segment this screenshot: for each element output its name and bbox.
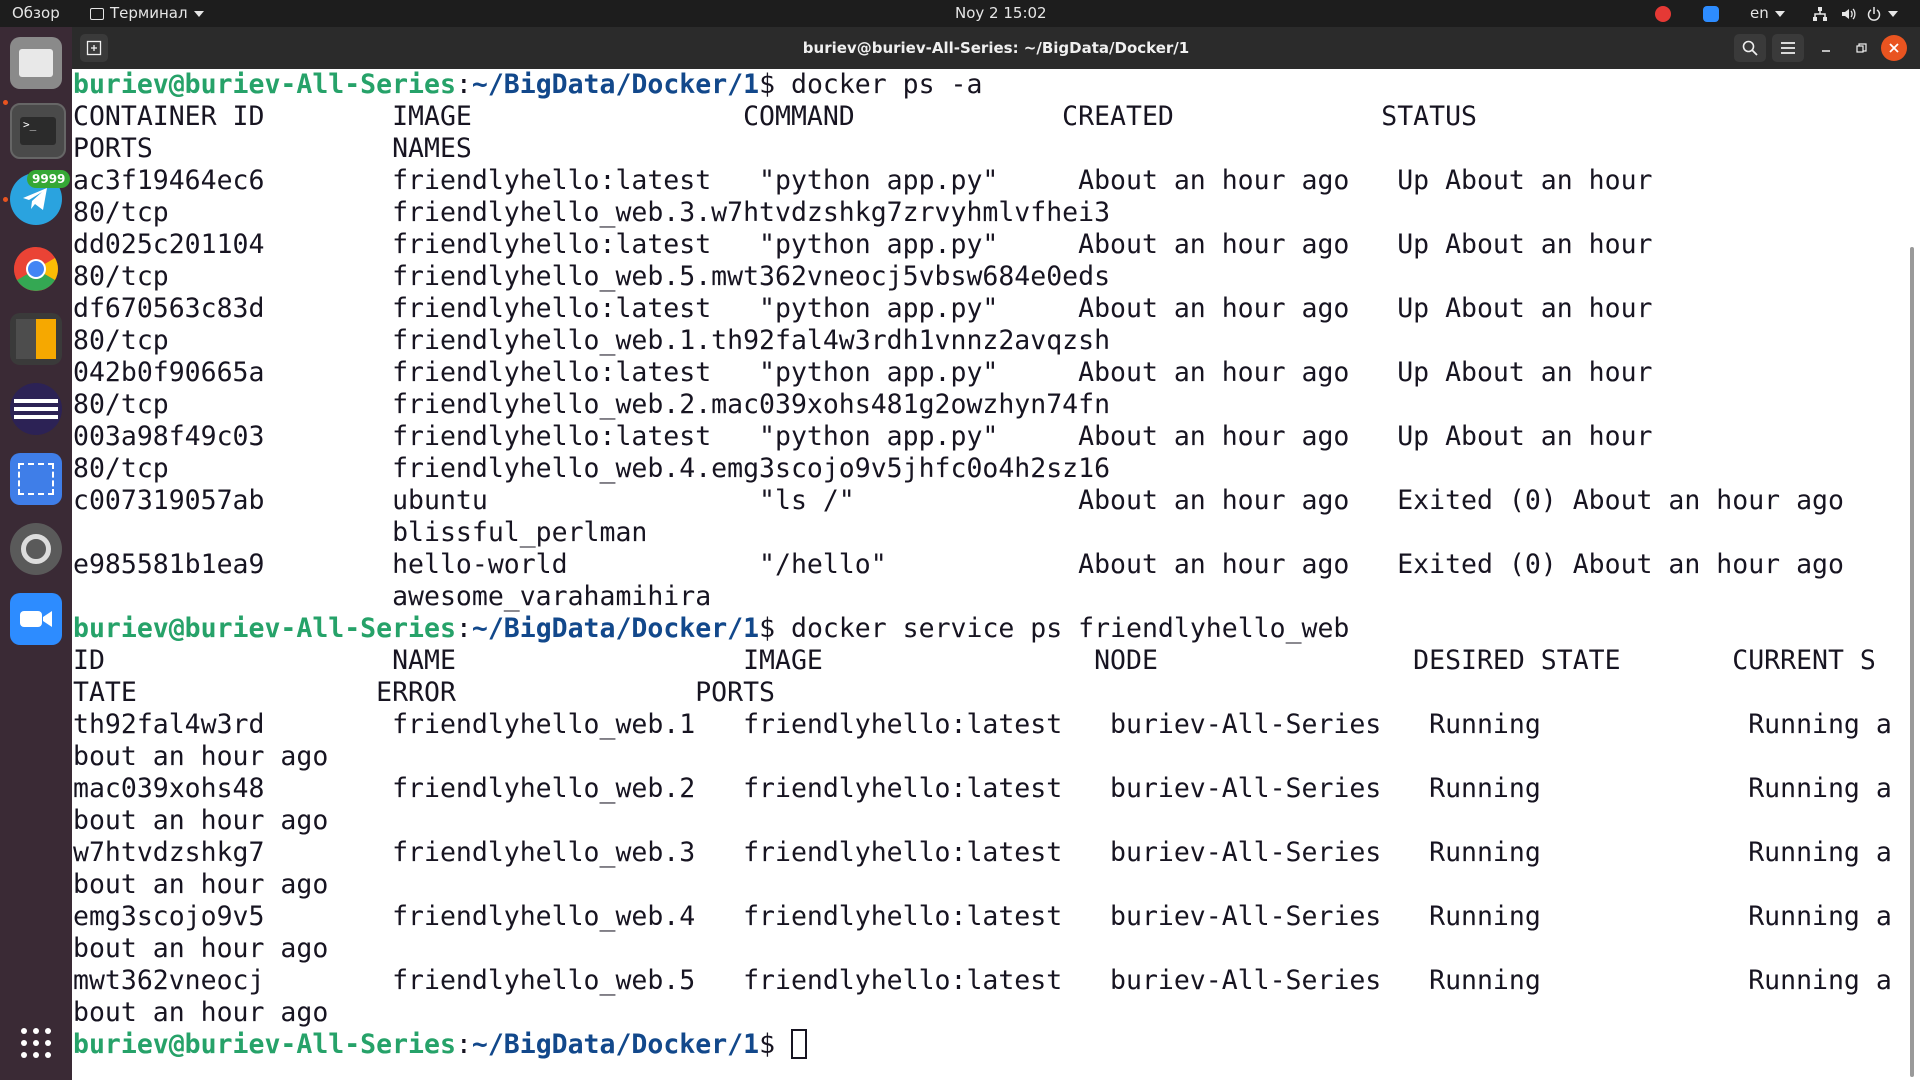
- output-line: 80/tcp friendlyhello_web.2.mac039xohs481…: [73, 389, 1111, 420]
- prompt-path: ~/BigData/Docker/1: [471, 613, 760, 644]
- output-line: CONTAINER ID IMAGE COMMAND CREATED STATU…: [73, 101, 1477, 132]
- output-line: c007319057ab ubuntu "ls /" About an hour…: [73, 485, 1844, 516]
- terminal-icon[interactable]: >_: [10, 103, 66, 159]
- calculator-icon[interactable]: [10, 313, 62, 365]
- eclipse-icon[interactable]: [10, 383, 62, 435]
- output-line: bout an hour ago: [73, 933, 329, 964]
- minimize-icon: [1822, 50, 1830, 52]
- prompt-symbol: $: [759, 1029, 776, 1060]
- terminal-window: buriev@buriev-All-Series: ~/BigData/Dock…: [72, 27, 1920, 1080]
- files-icon[interactable]: [10, 37, 62, 89]
- prompt-path: ~/BigData/Docker/1: [471, 69, 760, 100]
- output-line: 003a98f49c03 friendlyhello:latest "pytho…: [73, 421, 1653, 452]
- output-line: 80/tcp friendlyhello_web.3.w7htvdzshkg7z…: [73, 197, 1111, 228]
- output-line: e985581b1ea9 hello-world "/hello" About …: [73, 549, 1844, 580]
- close-button[interactable]: [1881, 35, 1907, 61]
- prompt-line: buriev@buriev-All-Series:~/BigData/Docke…: [73, 1029, 807, 1060]
- running-indicator: [3, 197, 8, 202]
- chevron-down-icon: [1888, 10, 1898, 17]
- output-line: th92fal4w3rd friendlyhello_web.1 friendl…: [73, 709, 1892, 740]
- language-indicator[interactable]: en: [1750, 0, 1785, 27]
- title-bar[interactable]: buriev@buriev-All-Series: ~/BigData/Dock…: [72, 27, 1920, 69]
- volume-icon[interactable]: [1840, 0, 1856, 27]
- prompt-path: ~/BigData/Docker/1: [471, 1029, 760, 1060]
- prompt-user: buriev@buriev-All-Series: [73, 69, 456, 100]
- settings-icon[interactable]: [10, 523, 62, 575]
- language-label: en: [1750, 4, 1769, 22]
- prompt-symbol: $: [759, 69, 776, 100]
- prompt-line: buriev@buriev-All-Series:~/BigData/Docke…: [73, 613, 1350, 644]
- hamburger-icon: [1781, 42, 1795, 54]
- show-applications-icon[interactable]: [10, 1017, 62, 1069]
- minimize-button[interactable]: [1812, 34, 1840, 62]
- close-icon: [1889, 43, 1899, 53]
- hamburger-menu-button[interactable]: [1772, 34, 1804, 62]
- output-line: TATE ERROR PORTS: [73, 677, 775, 708]
- tray-app-icon-red[interactable]: [1655, 0, 1671, 27]
- maximize-button[interactable]: [1848, 34, 1876, 62]
- terminal-output[interactable]: buriev@buriev-All-Series:~/BigData/Docke…: [72, 69, 1920, 1080]
- output-line: 80/tcp friendlyhello_web.4.emg3scojo9v5j…: [73, 453, 1111, 484]
- output-line: mwt362vneocj friendlyhello_web.5 friendl…: [73, 965, 1892, 996]
- search-icon: [1742, 40, 1758, 56]
- output-line: ac3f19464ec6 friendlyhello:latest "pytho…: [73, 165, 1653, 196]
- output-line: 80/tcp friendlyhello_web.1.th92fal4w3rdh…: [73, 325, 1111, 356]
- terminal-small-icon: [90, 7, 104, 20]
- search-button[interactable]: [1734, 34, 1766, 62]
- output-line: bout an hour ago: [73, 869, 329, 900]
- prompt-symbol: $: [759, 613, 776, 644]
- prompt-user: buriev@buriev-All-Series: [73, 613, 456, 644]
- zoom-icon[interactable]: [10, 593, 62, 645]
- output-line: mac039xohs48 friendlyhello_web.2 friendl…: [73, 773, 1892, 804]
- power-menu[interactable]: [1866, 0, 1898, 27]
- output-line: ID NAME IMAGE NODE DESIRED STATE CURRENT…: [73, 645, 1876, 676]
- telegram-badge: 9999: [27, 170, 71, 188]
- output-line: bout an hour ago: [73, 741, 329, 772]
- prompt-user: buriev@buriev-All-Series: [73, 1029, 456, 1060]
- output-line: bout an hour ago: [73, 805, 329, 836]
- text-cursor[interactable]: [791, 1029, 807, 1059]
- dock: >_ 9999: [0, 27, 72, 1080]
- restore-icon: [1856, 43, 1867, 53]
- output-line: bout an hour ago: [73, 997, 329, 1028]
- app-menu-button[interactable]: Терминал: [90, 0, 204, 27]
- output-line: df670563c83d friendlyhello:latest "pytho…: [73, 293, 1653, 324]
- clock[interactable]: Noy 2 15:02: [955, 0, 1047, 27]
- app-menu-label: Терминал: [110, 4, 188, 22]
- power-icon: [1867, 6, 1881, 21]
- scrollbar[interactable]: [1910, 247, 1914, 1077]
- output-line: 042b0f90665a friendlyhello:latest "pytho…: [73, 357, 1653, 388]
- chevron-down-icon: [1774, 10, 1785, 17]
- activities-button[interactable]: Обзор: [12, 0, 60, 27]
- command-text: docker service ps friendlyhello_web: [775, 613, 1350, 644]
- command-text: docker ps -a: [775, 69, 983, 100]
- prompt-line: buriev@buriev-All-Series:~/BigData/Docke…: [73, 69, 983, 100]
- output-line: 80/tcp friendlyhello_web.5.mwt362vneocj5…: [73, 261, 1111, 292]
- output-line: emg3scojo9v5 friendlyhello_web.4 friendl…: [73, 901, 1892, 932]
- output-line: blissful_perlman: [73, 517, 648, 548]
- output-line: awesome_varahamihira: [73, 581, 712, 612]
- window-title: buriev@buriev-All-Series: ~/BigData/Dock…: [802, 39, 1190, 57]
- running-indicator: [3, 100, 8, 105]
- screenshot-icon[interactable]: [10, 453, 62, 505]
- chevron-down-icon: [193, 10, 204, 17]
- output-line: w7htvdzshkg7 friendlyhello_web.3 friendl…: [73, 837, 1892, 868]
- network-icon[interactable]: [1812, 0, 1828, 27]
- tray-zoom-icon[interactable]: [1703, 0, 1719, 27]
- top-bar: Обзор Терминал Noy 2 15:02 en: [0, 0, 1920, 27]
- output-line: dd025c201104 friendlyhello:latest "pytho…: [73, 229, 1653, 260]
- output-line: PORTS NAMES: [73, 133, 472, 164]
- chrome-icon[interactable]: [10, 243, 62, 295]
